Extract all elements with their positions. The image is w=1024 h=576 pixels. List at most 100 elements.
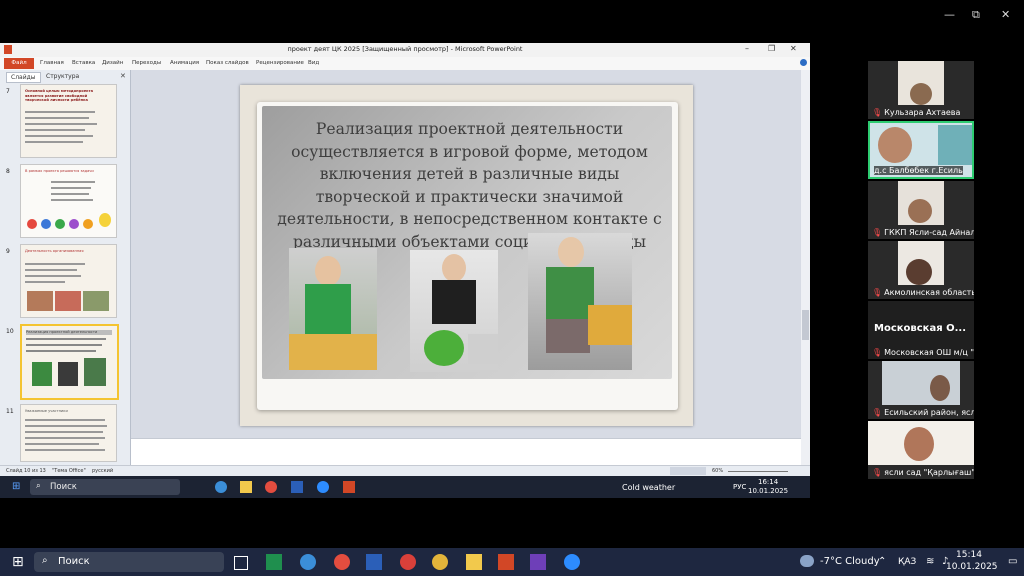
notes-pane[interactable] [131, 438, 801, 466]
slide-thumbnail-8[interactable]: В рамках проекта решаются задачи [20, 164, 117, 238]
tab-insert[interactable]: Вставка [72, 60, 95, 66]
slides-panel: Слайды Структура ✕ 7 Основной целью мето… [0, 70, 131, 465]
chrome-profile-icon[interactable] [400, 554, 416, 570]
tab-slideshow[interactable]: Показ слайдов [206, 60, 249, 66]
thumb-number: 7 [6, 88, 10, 95]
close-panel-icon[interactable]: ✕ [120, 72, 126, 80]
ppt-restore-icon[interactable]: ❐ [768, 44, 775, 53]
tab-home[interactable]: Главная [40, 60, 64, 66]
chrome-icon[interactable] [265, 481, 277, 493]
powerpoint-icon[interactable] [498, 554, 514, 570]
window-title: проект деят ЦК 2025 [Защищенный просмотр… [287, 45, 523, 53]
thumb-title: Деятельность организованная [25, 249, 84, 253]
tab-view[interactable]: Вид [308, 60, 319, 66]
participant-name: Московская ОШ м/ц "... [884, 348, 974, 357]
file-explorer-icon[interactable] [466, 554, 482, 570]
slide-thumbnail-7[interactable]: Основной целью методопроекта является ра… [20, 84, 117, 158]
thumb-number: 11 [6, 408, 14, 415]
vertical-scrollbar[interactable] [801, 70, 810, 465]
language-indicator[interactable]: ҚАЗ [898, 557, 916, 567]
language: русский [92, 468, 114, 474]
child-photo-1 [289, 248, 377, 370]
notification-icon[interactable]: ▭ [1008, 556, 1017, 567]
thumb-number: 9 [6, 248, 10, 255]
remote-search-label: Поиск [50, 482, 77, 492]
tab-transitions[interactable]: Переходы [132, 60, 161, 66]
weather-text[interactable]: -7°C Cloudy [820, 556, 880, 567]
tab-animation[interactable]: Анимация [170, 60, 199, 66]
clock-date[interactable]: 10.01.2025 [946, 562, 998, 572]
slide-thumbnail-10[interactable]: Реализация проектной деятельности [20, 324, 119, 400]
close-button[interactable]: ✕ [1001, 8, 1010, 21]
powerpoint-taskbar-icon[interactable] [343, 481, 355, 493]
taskbar-search-label: Поиск [58, 556, 90, 567]
taskbar: ⊞ ⌕ Поиск -7°C Cloudy ⌃ ҚАЗ ≋ ♪ 15:14 10… [0, 548, 1024, 576]
thumb-title: Реализация проектной деятельности [26, 330, 112, 335]
ppt-minimize-icon[interactable]: – [745, 44, 749, 53]
remote-date: 10.01.2025 [748, 487, 789, 495]
windows-start-icon[interactable]: ⊞ [12, 554, 24, 570]
participant-name: Кульзара Ахтаева [884, 108, 961, 117]
word-icon[interactable] [291, 481, 303, 493]
tab-design[interactable]: Дизайн [102, 60, 123, 66]
remote-search-box[interactable]: ⌕ Поиск [30, 479, 180, 495]
task-view-icon[interactable] [234, 556, 248, 570]
app-icon[interactable] [334, 554, 350, 570]
view-buttons[interactable] [670, 467, 706, 475]
zoom-icon[interactable] [317, 481, 329, 493]
zoom-slider[interactable] [728, 471, 788, 472]
search-icon: ⌕ [42, 555, 48, 566]
participant-initial-label: Московская О... [874, 323, 966, 334]
chevron-up-icon[interactable]: ⌃ [878, 556, 886, 567]
remote-lang[interactable]: РУС [733, 483, 746, 491]
slide-thumbnail-11[interactable]: Уважаемые участники [20, 404, 117, 462]
child-photo-2 [410, 250, 498, 372]
tab-review[interactable]: Рецензирование [256, 60, 304, 66]
chrome-icon[interactable] [432, 554, 448, 570]
slide-thumbnail-9[interactable]: Деятельность организованная [20, 244, 117, 318]
child-photo-3 [528, 233, 632, 370]
thumb-title: Основной целью методопроекта является ра… [25, 89, 94, 103]
participant-tile[interactable]: 🎙Акмолинская область,... [868, 241, 974, 299]
ribbon: Файл Главная Вставка Дизайн Переходы Ани… [0, 57, 810, 71]
search-icon: ⌕ [36, 481, 41, 491]
thumb-title: Уважаемые участники [25, 409, 68, 413]
zoom-icon[interactable] [564, 554, 580, 570]
participant-tile-active[interactable]: д.с Балбөбек г.Есиль [868, 121, 974, 179]
word-icon[interactable] [366, 554, 382, 570]
taskbar-search-box[interactable]: ⌕ Поиск [34, 552, 224, 572]
weather-text[interactable]: Cold weather [622, 483, 675, 492]
ppt-titlebar: проект деят ЦК 2025 [Защищенный просмотр… [0, 43, 810, 57]
edge-icon[interactable] [215, 481, 227, 493]
theme-name: "Тема Office" [52, 468, 86, 474]
participant-tile[interactable]: Московская О... 🎙 Московская ОШ м/ц "... [868, 301, 974, 359]
edge-icon[interactable] [300, 554, 316, 570]
participant-name: Есильский район, ясл... [884, 408, 974, 417]
participant-tile[interactable]: 🎙 Есильский район, ясл... [868, 361, 974, 419]
zoom-level: 60% [712, 468, 724, 474]
participant-tile[interactable]: 🎙 ГККП Ясли-сад Айнал... [868, 181, 974, 239]
wifi-icon[interactable]: ≋ [926, 556, 934, 567]
participant-name: д.с Балбөбек г.Есиль [874, 166, 963, 175]
minimize-button[interactable]: — [944, 8, 955, 21]
tab-outline[interactable]: Структура [42, 72, 83, 81]
remote-time: 16:14 [758, 478, 779, 486]
clock-time[interactable]: 15:14 [956, 550, 982, 560]
app-icon[interactable] [530, 554, 546, 570]
tab-slides[interactable]: Слайды [6, 72, 41, 83]
ppt-close-icon[interactable]: ✕ [790, 44, 797, 53]
thumb-title: В рамках проекта решаются задачи [25, 169, 94, 173]
weather-icon [800, 555, 814, 567]
thumb-number: 10 [6, 328, 14, 335]
participant-tile[interactable]: 🎙 ясли сад "Қарлығаш"... [868, 421, 974, 479]
excel-icon[interactable] [266, 554, 282, 570]
file-explorer-icon[interactable] [240, 481, 252, 493]
slide-counter: Слайд 10 из 13 [6, 468, 46, 474]
thumb-number: 8 [6, 168, 10, 175]
help-icon[interactable] [800, 59, 807, 66]
maximize-button[interactable]: ⧉ [972, 8, 980, 22]
tab-file[interactable]: Файл [4, 58, 34, 69]
participant-name: Акмолинская область,... [884, 288, 974, 297]
windows-start-icon[interactable]: ⊞ [12, 481, 20, 492]
participant-tile[interactable]: 🎙 Кульзара Ахтаева [868, 61, 974, 119]
